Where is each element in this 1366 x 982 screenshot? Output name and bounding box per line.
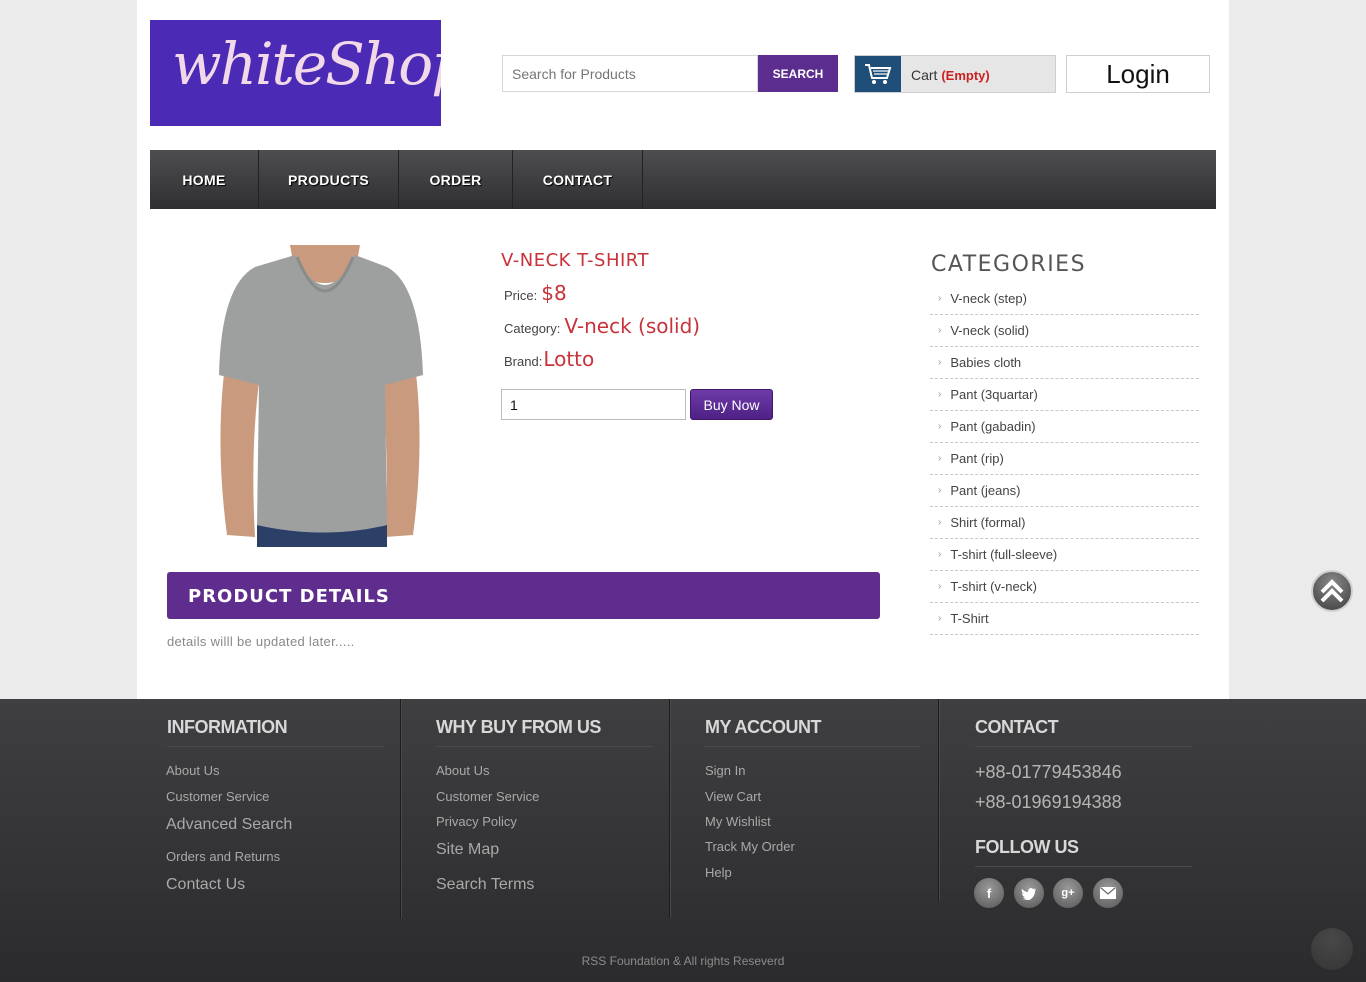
footer-link-privacy-policy[interactable]: Privacy Policy [436, 814, 517, 829]
product-image [215, 245, 425, 547]
nav-item-order[interactable]: ORDER [399, 150, 513, 209]
footer-link-site-map[interactable]: Site Map [436, 841, 499, 859]
footer-link-view-cart[interactable]: View Cart [705, 789, 761, 804]
category-item[interactable]: › T-shirt (v-neck) [930, 571, 1199, 603]
product-title: V-NECK T-SHIRT [501, 250, 649, 271]
footer-heading-contact: CONTACT [975, 717, 1059, 737]
category-item[interactable]: › Pant (jeans) [930, 475, 1199, 507]
footer-link-sign-in[interactable]: Sign In [705, 763, 745, 778]
nav-item-home[interactable]: HOME [150, 150, 259, 209]
cart-widget[interactable]: Cart (Empty) [854, 55, 1056, 93]
category-label: Category: [504, 321, 561, 336]
footer-heading-information: INFORMATION [167, 717, 288, 737]
chevron-right-icon: › [938, 325, 942, 336]
buy-now-button[interactable]: Buy Now [690, 389, 773, 420]
category-item[interactable]: › T-shirt (full-sleeve) [930, 539, 1199, 571]
nav-item-products[interactable]: PRODUCTS [259, 150, 399, 209]
footer-link-contact-us[interactable]: Contact Us [166, 876, 245, 894]
chevron-right-icon: › [938, 581, 942, 592]
footer-link-my-wishlist[interactable]: My Wishlist [705, 814, 771, 829]
footer-link-customer-service[interactable]: Customer Service [166, 789, 269, 804]
product-details-text: details willl be updated later..... [167, 634, 355, 649]
search-input[interactable] [502, 55, 758, 92]
footer-rule [705, 746, 920, 747]
product-details-heading: PRODUCT DETAILS [167, 572, 880, 619]
category-item[interactable]: › Pant (gabadin) [930, 411, 1199, 443]
price-row: Price: $8 [504, 281, 567, 305]
category-item[interactable]: › Babies cloth [930, 347, 1199, 379]
google-plus-icon[interactable]: g+ [1053, 878, 1083, 908]
category-item[interactable]: › Pant (rip) [930, 443, 1199, 475]
chevron-right-icon: › [938, 293, 942, 304]
quantity-input[interactable] [501, 389, 686, 420]
footer-link-about-us[interactable]: About Us [436, 763, 489, 778]
logo-text: whiteShop [172, 30, 441, 98]
scroll-to-top-button[interactable] [1311, 928, 1353, 970]
footer [0, 699, 1366, 982]
brand-value: Lotto [543, 347, 595, 371]
email-icon[interactable] [1093, 878, 1123, 908]
category-item[interactable]: › Shirt (formal) [930, 507, 1199, 539]
footer-link-help[interactable]: Help [705, 865, 732, 880]
category-item[interactable]: › V-neck (step) [930, 283, 1199, 315]
login-button[interactable]: Login [1066, 55, 1210, 93]
category-item[interactable]: › Pant (3quartar) [930, 379, 1199, 411]
nav-item-contact[interactable]: CONTACT [513, 150, 643, 209]
footer-rule [975, 866, 1192, 867]
footer-divider [669, 699, 671, 918]
footer-divider [938, 699, 940, 901]
search-button[interactable]: SEARCH [758, 55, 838, 92]
footer-rule [436, 746, 653, 747]
price-label: Price: [504, 288, 538, 303]
footer-link-orders-returns[interactable]: Orders and Returns [166, 849, 280, 864]
category-item[interactable]: › V-neck (solid) [930, 315, 1199, 347]
facebook-icon[interactable]: f [974, 878, 1004, 908]
cart-icon [855, 56, 901, 92]
cart-status: (Empty) [941, 68, 990, 83]
price-value: $8 [541, 281, 567, 305]
category-value[interactable]: V-neck (solid) [564, 314, 700, 338]
copyright-text: RSS Foundation & All rights Reseverd [581, 954, 785, 968]
categories-list: › V-neck (step) › V-neck (solid) › Babies c… [930, 283, 1199, 635]
footer-heading-follow-us: FOLLOW US [975, 837, 1079, 857]
footer-link-advanced-search[interactable]: Advanced Search [166, 816, 292, 834]
chevron-right-icon: › [938, 549, 942, 560]
brand-label: Brand: [504, 354, 543, 369]
footer-divider [400, 699, 402, 918]
footer-link-track-order[interactable]: Track My Order [705, 839, 795, 854]
footer-rule [975, 746, 1192, 747]
scroll-to-top-button[interactable] [1311, 570, 1353, 612]
footer-rule [167, 746, 384, 747]
footer-heading-my-account: MY ACCOUNT [705, 717, 822, 737]
chevron-right-icon: › [938, 453, 942, 464]
category-row: Category: V-neck (solid) [504, 314, 700, 338]
twitter-icon[interactable] [1014, 878, 1044, 908]
cart-label: Cart (Empty) [911, 67, 990, 83]
chevron-right-icon: › [938, 357, 942, 368]
phone-number: +88-01779453846 [975, 762, 1122, 782]
footer-link-about-us[interactable]: About Us [166, 763, 219, 778]
footer-heading-why-buy: WHY BUY FROM US [436, 717, 601, 737]
chevron-right-icon: › [938, 421, 942, 432]
chevron-right-icon: › [938, 613, 942, 624]
chevron-right-icon: › [938, 389, 942, 400]
brand-row: Brand:Lotto [504, 347, 594, 371]
footer-link-search-terms[interactable]: Search Terms [436, 876, 534, 894]
footer-link-customer-service[interactable]: Customer Service [436, 789, 539, 804]
categories-title: CATEGORIES [931, 252, 1087, 277]
phone-number: +88-01969194388 [975, 792, 1122, 812]
chevron-right-icon: › [938, 517, 942, 528]
main-nav: HOME PRODUCTS ORDER CONTACT [150, 150, 1216, 209]
category-item[interactable]: › T-Shirt [930, 603, 1199, 635]
chevron-right-icon: › [938, 485, 942, 496]
site-logo[interactable]: whiteShop [150, 20, 441, 126]
chevron-up-icon [1320, 579, 1344, 603]
